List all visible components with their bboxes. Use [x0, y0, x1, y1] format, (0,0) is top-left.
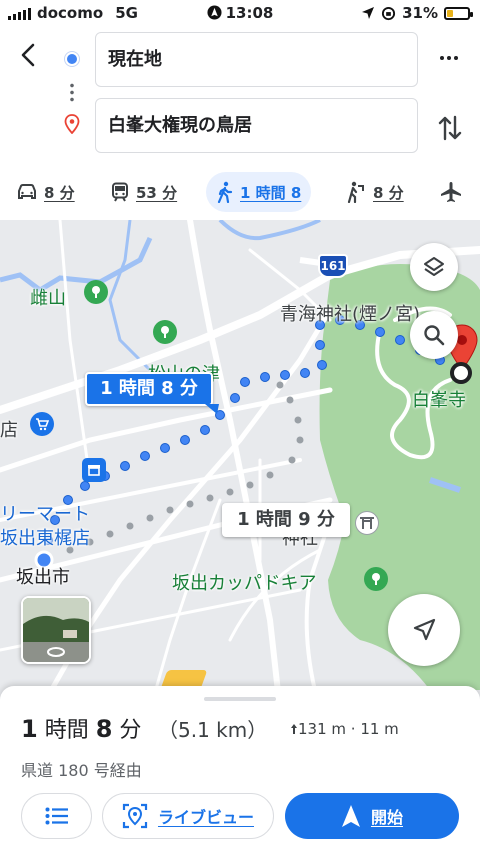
orientation-lock-icon	[382, 6, 396, 20]
battery-icon	[444, 6, 473, 20]
mode-flight[interactable]	[440, 172, 462, 212]
route-duration-badge[interactable]: 1 時間 8 分	[85, 372, 213, 406]
more-options-icon[interactable]	[436, 48, 462, 68]
alt-route-duration-badge[interactable]: 1 時間 9 分	[222, 503, 350, 537]
layers-button[interactable]	[410, 243, 458, 291]
route-badge-pointer	[205, 404, 219, 414]
mode-rideshare[interactable]: 8 分	[345, 172, 404, 212]
street-view-thumbnail[interactable]	[21, 596, 91, 664]
live-view-icon	[122, 803, 148, 829]
map-label-city: 坂出市	[16, 567, 70, 588]
map-view[interactable]: 161 雌山 青海神社(煙ノ宮) 白峯寺 松山の津 店 リーマート 坂出東梶店 …	[0, 220, 480, 710]
street-view-360-icon	[47, 647, 65, 657]
rideshare-icon	[347, 181, 364, 203]
list-icon	[45, 807, 68, 825]
map-label-mountain: 雌山	[30, 288, 66, 309]
route-distance: （5.1 km）	[158, 718, 268, 742]
route-via: 県道 180 号経由	[21, 761, 142, 780]
mode-transit-label: 53 分	[136, 183, 178, 202]
elevation-values: 131 m · 11 m	[298, 720, 399, 738]
location-arrow-icon	[362, 7, 375, 19]
destination-pin-icon	[64, 114, 80, 134]
map-label-temple: 白峯寺	[412, 390, 466, 411]
destination-field[interactable]: 白峯大権現の鳥居	[95, 98, 418, 153]
start-navigation-button[interactable]: 開始	[285, 793, 459, 839]
car-icon	[18, 184, 36, 199]
live-view-button[interactable]: ライブビュー	[102, 793, 274, 839]
steps-button[interactable]	[21, 793, 92, 839]
map-label-shrine: 青海神社(煙ノ宮)	[280, 304, 421, 325]
elevation-up-icon	[291, 724, 297, 734]
travel-mode-bar: 8 分 53 分 1 時間 8 8 分	[0, 168, 480, 220]
store-icon[interactable]	[82, 458, 106, 482]
navigation-active-icon	[207, 5, 222, 20]
park-poi-icon[interactable]	[364, 567, 388, 591]
map-label-store-partial: 店	[0, 420, 18, 441]
mode-transit[interactable]: 53 分	[110, 172, 177, 212]
start-label: 開始	[370, 808, 403, 827]
route-summary-sheet[interactable]: 1 時間 8 分 （5.1 km） 131 m · 11 m 県道 180 号経…	[0, 686, 480, 854]
map-label-mart2: 坂出東梶店	[0, 528, 90, 549]
my-location-button[interactable]	[388, 594, 460, 666]
clock: 13:08	[225, 4, 274, 22]
route-elevation: 131 m · 11 m	[290, 720, 399, 738]
layers-icon	[424, 257, 444, 276]
walk-icon	[217, 181, 233, 203]
navigation-arrow-icon	[413, 618, 436, 641]
park-poi-icon[interactable]	[84, 280, 108, 304]
back-arrow-icon[interactable]	[16, 42, 42, 68]
duration-hours-unit: 時間	[44, 718, 89, 743]
mode-walking[interactable]: 1 時間 8	[206, 172, 312, 212]
mode-driving[interactable]: 8 分	[16, 172, 75, 212]
park-poi-icon[interactable]	[153, 320, 177, 344]
train-icon	[112, 182, 128, 202]
route-connector-icon	[70, 82, 74, 104]
duration-hours: 1	[21, 715, 38, 743]
shrine-icon[interactable]	[355, 511, 379, 535]
origin-field[interactable]: 現在地	[95, 32, 418, 87]
route-shield-161: 161	[318, 254, 348, 278]
search-along-route-button[interactable]	[410, 311, 458, 359]
map-label-kappa: 坂出カッパドキア	[172, 573, 317, 594]
flight-icon	[441, 182, 461, 202]
mode-rideshare-label: 8 分	[373, 183, 404, 202]
mode-driving-label: 8 分	[44, 183, 75, 202]
route-duration: 1 時間 8 分	[21, 712, 141, 744]
search-icon	[424, 325, 445, 346]
duration-minutes-unit: 分	[119, 718, 142, 743]
live-view-label: ライブビュー	[157, 808, 254, 827]
duration-minutes: 8	[95, 715, 113, 743]
navigation-start-icon	[341, 805, 360, 827]
sheet-drag-handle[interactable]	[204, 697, 276, 701]
origin-dot-icon	[65, 52, 79, 66]
shopping-cart-icon[interactable]	[30, 412, 54, 436]
status-bar: docomo 5G 13:08 31%	[0, 0, 480, 26]
destination-endpoint	[450, 362, 472, 384]
mode-walking-label: 1 時間 8	[240, 183, 302, 202]
battery-percent: 31%	[402, 4, 438, 22]
swap-direction-icon[interactable]	[437, 113, 463, 143]
directions-header: 現在地 白峯大権現の鳥居	[0, 26, 480, 168]
map-label-mart1: リーマート	[0, 504, 90, 525]
